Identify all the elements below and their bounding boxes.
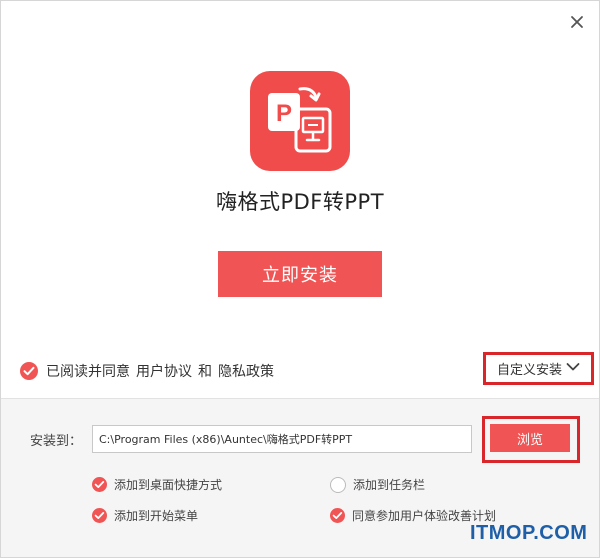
user-experience-checkbox[interactable] <box>330 508 345 523</box>
pdf-to-ppt-icon: P <box>268 87 332 153</box>
custom-install-label: 自定义安装 <box>496 363 562 378</box>
install-path-input[interactable] <box>92 425 472 453</box>
close-icon <box>571 16 583 28</box>
close-button[interactable] <box>568 13 586 31</box>
desktop-shortcut-checkbox[interactable] <box>92 477 107 492</box>
option-taskbar[interactable]: 添加到任务栏 <box>330 476 425 493</box>
install-now-button[interactable]: 立即安装 <box>218 251 382 297</box>
option-label: 添加到开始菜单 <box>114 509 199 523</box>
agreement-and-text: 和 <box>198 364 212 380</box>
agreement-text: 已阅读并同意 <box>46 364 130 380</box>
check-icon <box>23 366 35 376</box>
check-icon <box>94 512 105 519</box>
agreement-checkbox[interactable] <box>20 362 38 380</box>
option-label: 添加到任务栏 <box>353 478 426 492</box>
option-start-menu[interactable]: 添加到开始菜单 <box>92 507 198 524</box>
app-icon: P <box>250 71 350 171</box>
start-menu-checkbox[interactable] <box>92 508 107 523</box>
taskbar-checkbox[interactable] <box>330 476 346 493</box>
check-icon <box>332 512 343 519</box>
site-watermark: ITMOP.COM <box>470 522 588 544</box>
svg-text:P: P <box>276 100 292 127</box>
app-title: 嗨格式PDF转PPT <box>215 190 385 214</box>
privacy-policy-link[interactable]: 隐私政策 <box>218 361 274 381</box>
browse-button[interactable]: 浏览 <box>490 424 570 452</box>
option-desktop-shortcut[interactable]: 添加到桌面快捷方式 <box>92 476 222 493</box>
chevron-down-icon <box>566 361 580 376</box>
user-agreement-link[interactable]: 用户协议 <box>136 361 192 381</box>
check-icon <box>94 481 105 488</box>
install-path-label: 安装到： <box>30 434 83 449</box>
option-label: 添加到桌面快捷方式 <box>114 478 223 492</box>
custom-install-button[interactable]: 自定义安装 <box>483 352 594 385</box>
agreement-row: 已阅读并同意 用户协议 和 隐私政策 <box>20 360 274 382</box>
